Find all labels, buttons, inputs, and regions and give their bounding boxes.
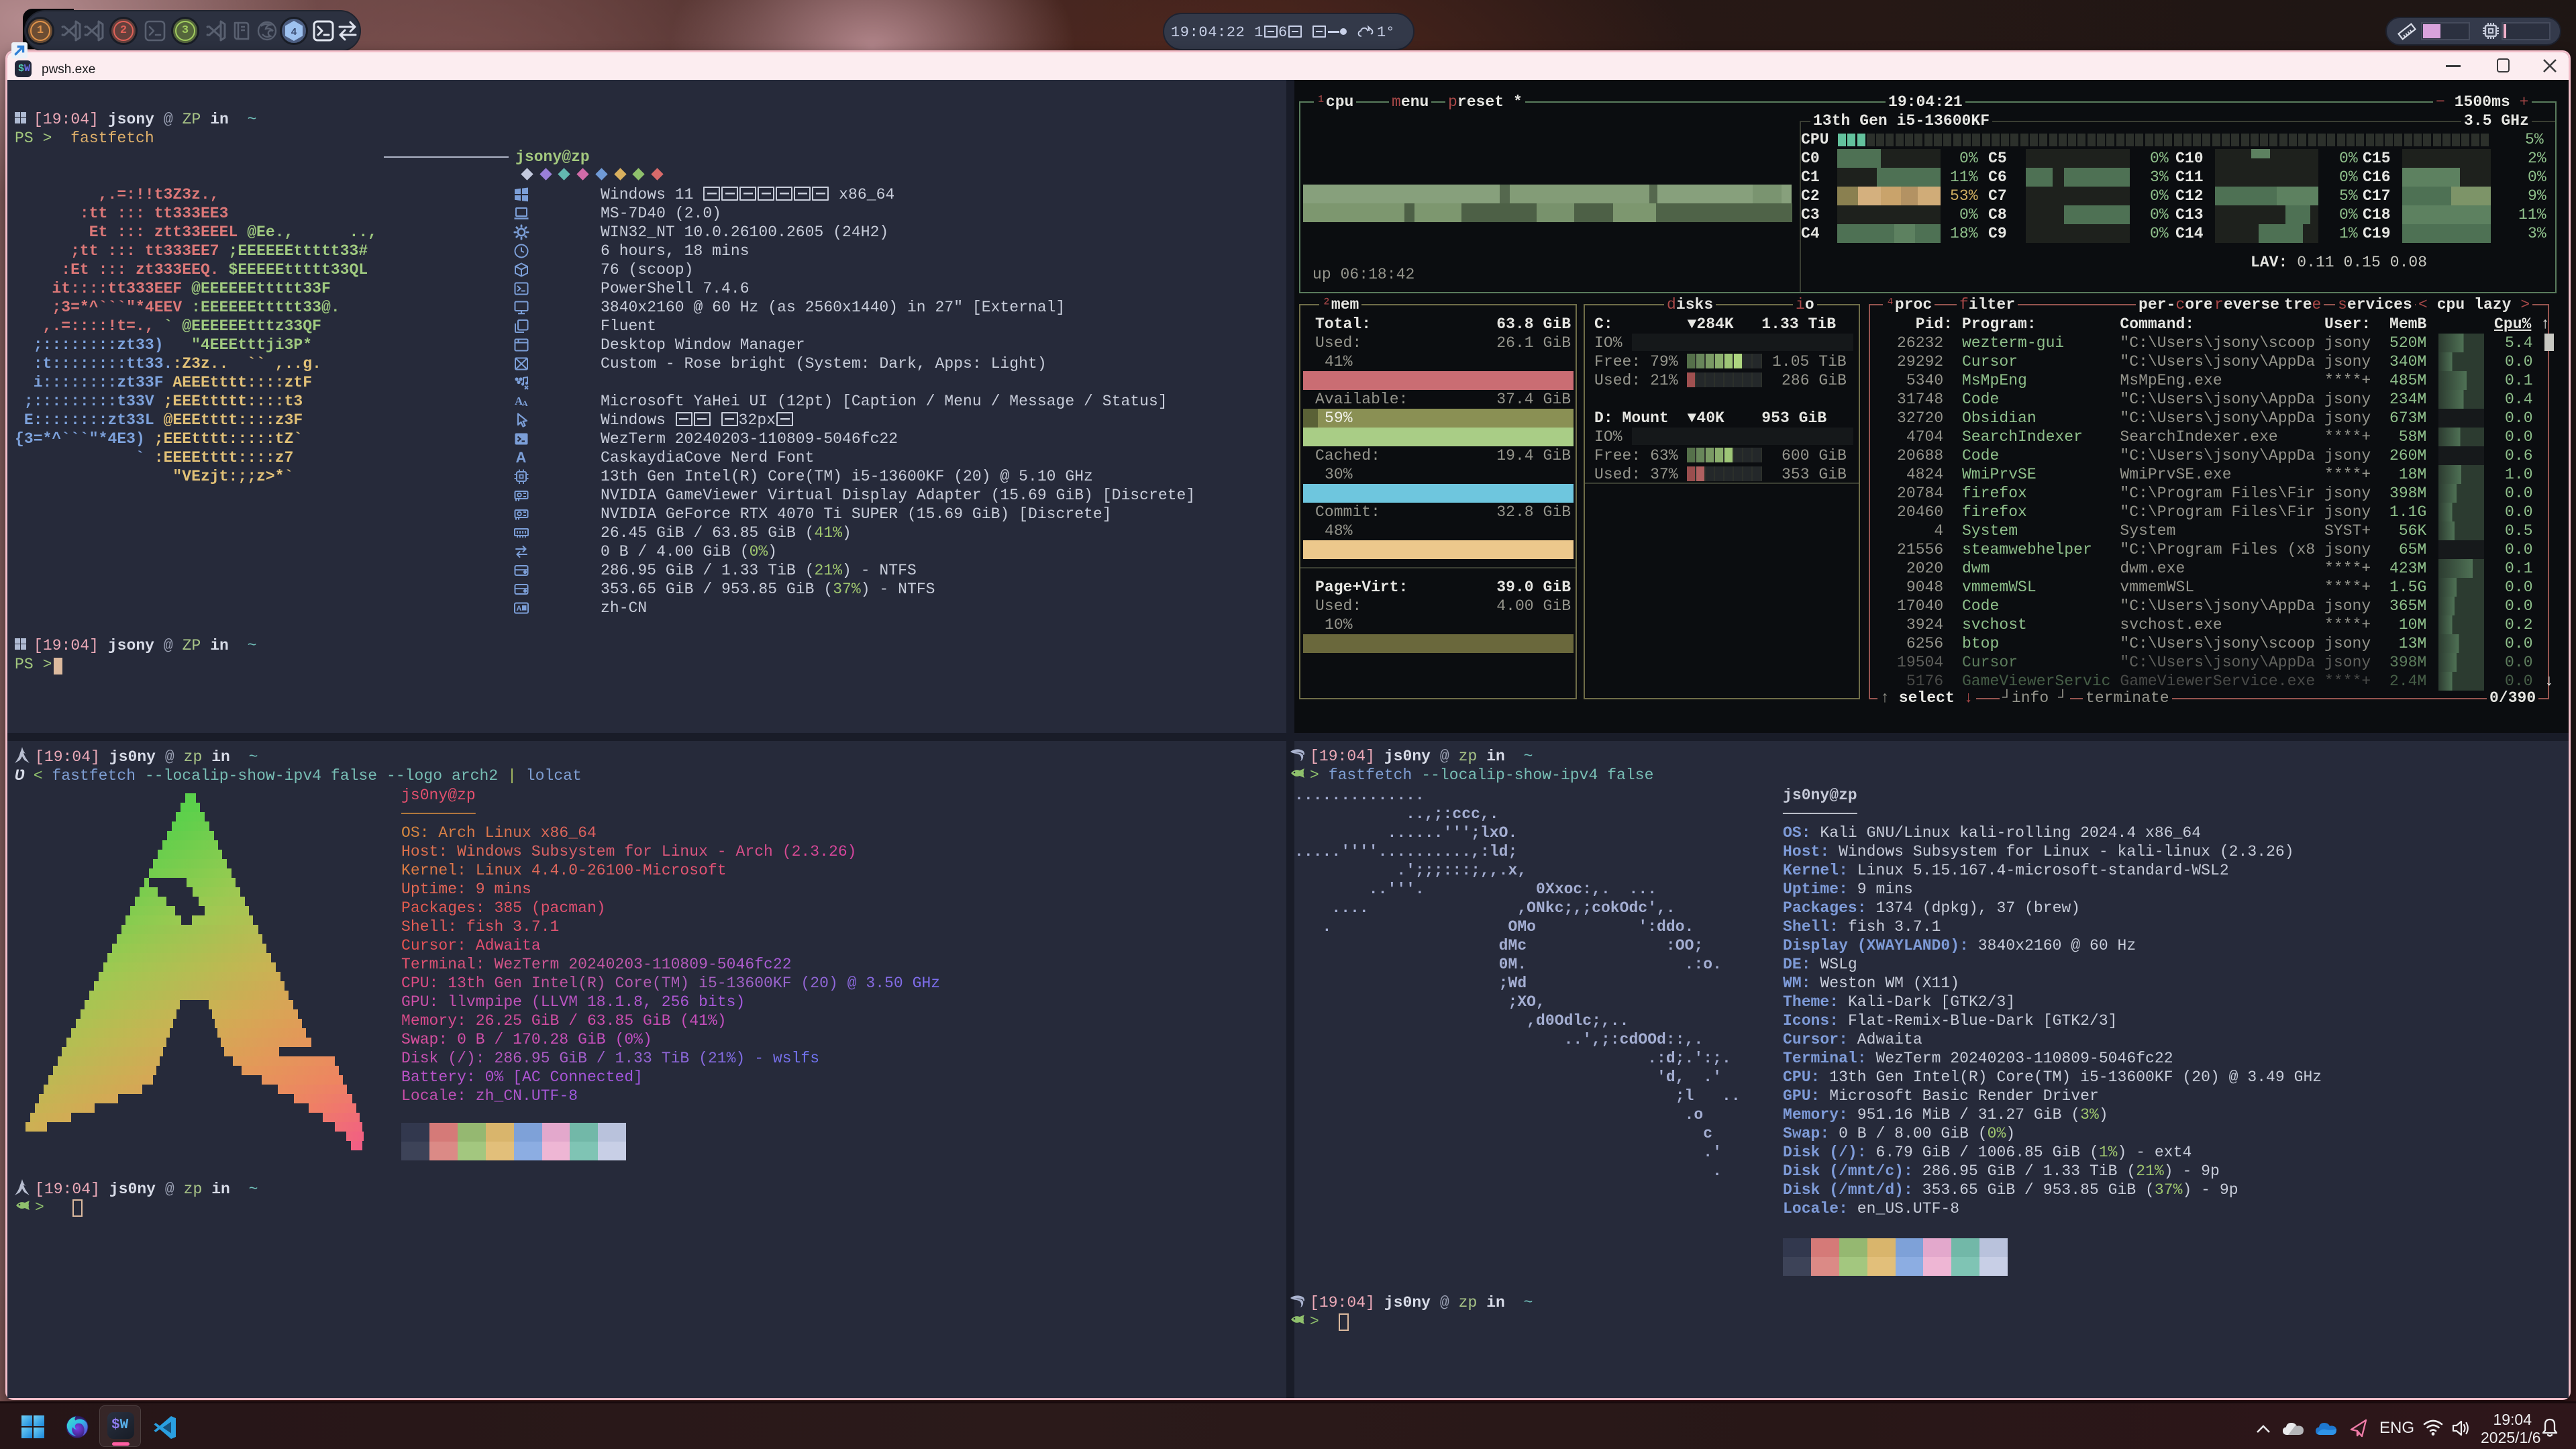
svg-text:4: 4 (291, 27, 297, 38)
svg-text:A: A (517, 605, 522, 613)
svg-text:A: A (522, 399, 528, 408)
svg-text:A: A (516, 450, 527, 466)
